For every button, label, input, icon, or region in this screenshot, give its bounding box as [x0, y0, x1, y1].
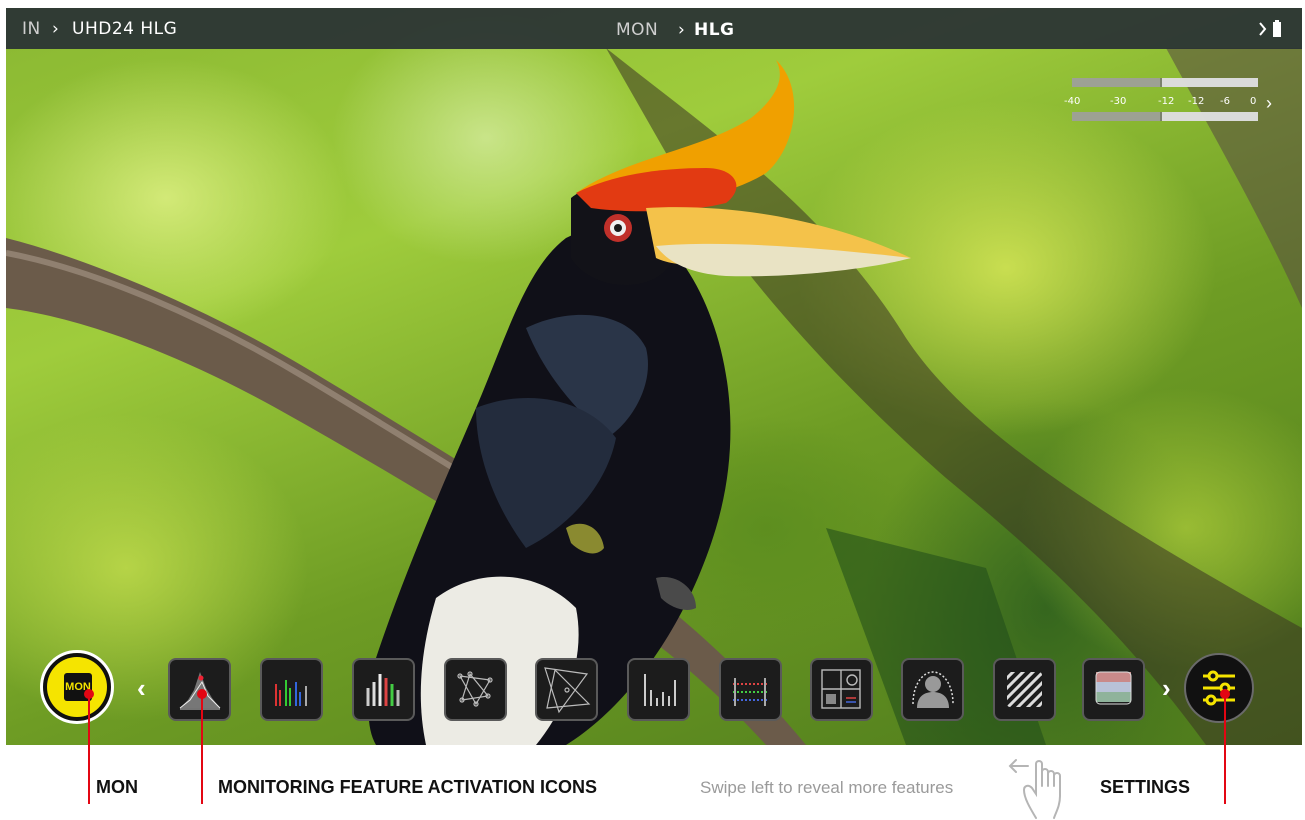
audio-meter-channel-2 [1072, 112, 1258, 121]
battery-icon [1259, 20, 1281, 37]
frame-guides-icon[interactable] [810, 658, 873, 721]
zebra-icon[interactable] [993, 658, 1056, 721]
audio-meters[interactable]: -40 -30 -12 -12 -6 0 › [1064, 78, 1280, 124]
focus-peaking-icon[interactable] [901, 658, 964, 721]
annotation-leader [201, 694, 203, 804]
swipe-hint: Swipe left to reveal more features [700, 778, 954, 797]
top-status-bar: IN › UHD24 HLG MON › HLG [6, 8, 1302, 49]
false-color-scale-icon[interactable] [627, 658, 690, 721]
rgb-parade-icon[interactable] [260, 658, 323, 721]
audio-meter-scale: -40 -30 -12 -12 -6 0 [1064, 96, 1257, 107]
chevron-right-icon: › [52, 19, 60, 39]
rgb-levels-icon[interactable] [719, 658, 782, 721]
audio-meter-channel-1 [1072, 78, 1258, 87]
settings-sliders-icon [1203, 670, 1235, 706]
input-label: IN [22, 19, 41, 39]
features-annotation: MONITORING FEATURE ACTIVATION ICONS [218, 777, 597, 797]
vectorscope-zoom-icon[interactable] [535, 658, 598, 721]
vectorscope-icon[interactable] [444, 658, 507, 721]
false-color-icon[interactable] [1082, 658, 1145, 721]
mon-button[interactable]: MON [40, 650, 114, 724]
waveform-icon[interactable] [352, 658, 415, 721]
input-format[interactable]: UHD24 HLG [72, 19, 177, 39]
mon-annotation: MON [96, 777, 138, 797]
chevron-right-icon[interactable]: › [1162, 673, 1171, 704]
chevron-right-icon: › [678, 20, 686, 40]
annotation-leader [88, 694, 90, 804]
monitor-label: MON [616, 20, 659, 40]
chevron-right-icon[interactable]: › [1266, 93, 1272, 114]
swipe-hand-icon [1008, 759, 1061, 819]
monitor-screen: IN › UHD24 HLG MON › HLG -40 -30 -12 -12… [6, 8, 1302, 745]
settings-button[interactable] [1184, 653, 1254, 723]
settings-annotation: SETTINGS [1100, 777, 1191, 797]
annotation-leader [1224, 694, 1226, 804]
monitor-mode[interactable]: HLG [694, 20, 735, 40]
chevron-left-icon[interactable]: ‹ [137, 673, 146, 704]
